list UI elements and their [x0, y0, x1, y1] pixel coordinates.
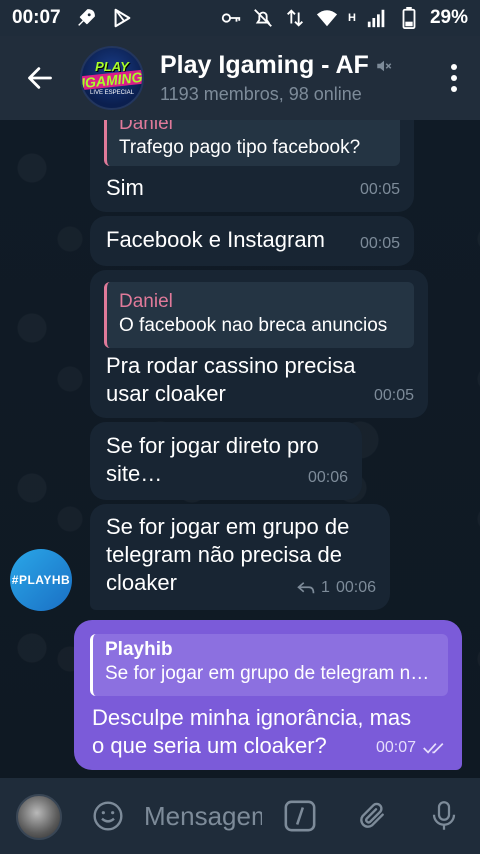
message-text: Se for jogar direto pro: [106, 433, 319, 458]
signal-icon: [366, 7, 388, 29]
data-arrows-icon: [284, 7, 306, 29]
message-bubble[interactable]: Daniel Trafego pago tipo facebook? Sim 0…: [90, 120, 414, 212]
message-time: 00:06: [307, 469, 348, 486]
message-time: 00:05: [359, 235, 400, 252]
outgoing-message-bubble[interactable]: Playhib Se for jogar em grupo de telegra…: [74, 620, 462, 770]
key-icon: [220, 7, 242, 29]
message-input[interactable]: [144, 800, 262, 832]
emoji-button[interactable]: [90, 798, 126, 834]
message-bubble[interactable]: Se for jogar direto pro site… 00:06: [90, 422, 362, 500]
mute-bell-icon: [252, 7, 274, 29]
reply-author: Daniel: [119, 120, 173, 134]
message-text: site…: [106, 461, 163, 486]
message-text: o que seria um cloaker?: [92, 733, 327, 758]
reply-preview[interactable]: Daniel O facebook nao breca anuncios: [104, 282, 414, 348]
message-composer: [0, 778, 480, 854]
reply-text: O facebook nao breca anuncios: [119, 315, 388, 336]
reply-count: 1: [321, 579, 330, 596]
network-type: H: [348, 12, 356, 24]
member-count: 1193 membros, 98 online: [160, 84, 362, 104]
dot-icon: [451, 64, 457, 70]
message-text: Pra rodar cassino precisa: [106, 353, 356, 378]
reply-text: Trafego pago tipo facebook?: [119, 137, 361, 158]
battery-level: 29%: [429, 7, 468, 28]
paperclip-icon: [360, 802, 384, 828]
message-text: telegram não precisa de: [106, 542, 343, 567]
back-button[interactable]: [0, 36, 80, 120]
message-text: Se for jogar em grupo de: [106, 514, 350, 539]
sender-avatar[interactable]: #PLAYHB: [10, 549, 72, 611]
chat-header: PLAY IGAMING LIVE ESPECIAL Play Igaming …: [0, 36, 480, 120]
back-arrow-icon: [28, 67, 52, 89]
message-meta: 00:07: [376, 734, 448, 762]
message-text: Desculpe minha ignorância, mas: [92, 705, 412, 730]
avatar-logo-line2: IGAMING: [80, 68, 144, 92]
message-bubble[interactable]: Facebook e Instagram 00:05: [90, 216, 414, 266]
message-time: 00:05: [359, 181, 400, 198]
attach-button[interactable]: [354, 798, 390, 834]
message-text: Sim: [106, 175, 144, 200]
reply-author: Playhib: [105, 639, 173, 660]
message-bubble[interactable]: Daniel O facebook nao breca anuncios Pra…: [90, 270, 428, 418]
message-text: Facebook e Instagram: [106, 227, 325, 252]
wifi-icon: [316, 7, 338, 29]
message-list[interactable]: Daniel Trafego pago tipo facebook? Sim 0…: [0, 120, 480, 778]
reply-preview[interactable]: Daniel Trafego pago tipo facebook?: [104, 120, 400, 166]
message-time: 00:06: [335, 579, 376, 596]
reply-author: Daniel: [119, 291, 173, 312]
user-avatar[interactable]: [16, 794, 62, 840]
avatar-logo-line3: LIVE ESPECIAL: [89, 90, 135, 96]
bot-commands-button[interactable]: [282, 798, 318, 834]
double-check-icon: [423, 743, 444, 754]
more-options-button[interactable]: [450, 64, 458, 92]
message-meta[interactable]: 1 00:06: [297, 574, 376, 602]
muted-speaker-icon: [377, 60, 392, 71]
status-time: 00:07: [12, 7, 61, 28]
slash-command-icon: [284, 800, 316, 832]
reply-preview[interactable]: Playhib Se for jogar em grupo de telegra…: [90, 634, 448, 696]
microphone-icon: [432, 801, 456, 830]
chat-title-area[interactable]: Play Igaming - AF 1193 membros, 98 onlin…: [160, 51, 394, 105]
voice-message-button[interactable]: [426, 798, 462, 834]
dot-icon: [451, 86, 457, 92]
message-bubble[interactable]: Se for jogar em grupo de telegram não pr…: [90, 504, 390, 610]
group-avatar[interactable]: PLAY IGAMING LIVE ESPECIAL: [80, 46, 144, 110]
smiley-icon: [93, 801, 123, 831]
message-text: usar cloaker: [106, 381, 226, 406]
chat-title: Play Igaming - AF: [160, 51, 369, 79]
message-time: 00:05: [373, 387, 414, 404]
message-time: 00:07: [375, 739, 416, 756]
reply-arrow-icon: [297, 582, 315, 594]
play-protect-icon: [111, 7, 133, 29]
reply-text: Se for jogar em grupo de telegram não pr…: [105, 663, 438, 684]
dot-icon: [451, 75, 457, 81]
battery-icon: [398, 7, 420, 29]
status-bar: 00:07 H 29%: [0, 0, 480, 36]
rocket-icon: [75, 7, 97, 29]
